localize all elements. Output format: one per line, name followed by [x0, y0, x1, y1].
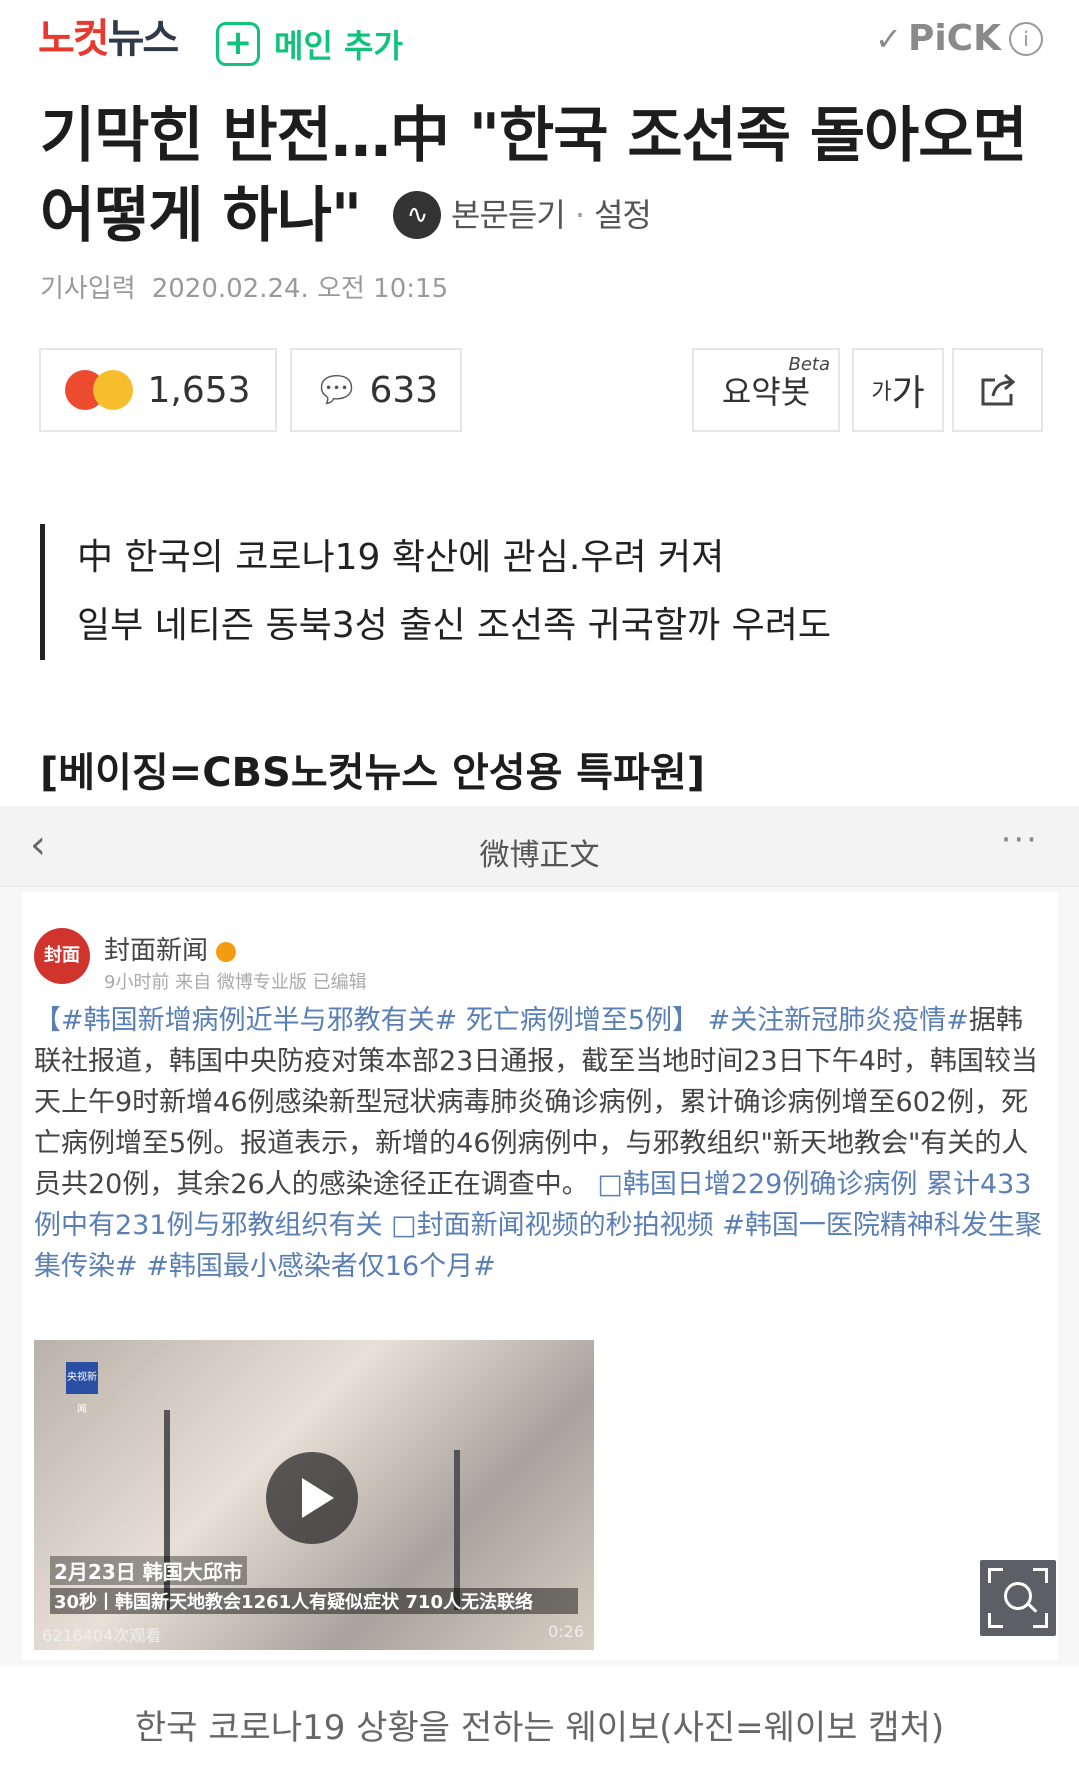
date-value: 2020.02.24. 오전 10:15	[151, 274, 449, 304]
font-size-button[interactable]: 가가	[852, 348, 944, 432]
share-button[interactable]	[952, 348, 1043, 432]
reporter-byline: [베이징=CBS노컷뉴스 안성용 특파원]	[40, 750, 705, 796]
verified-badge-icon	[216, 941, 237, 962]
listen-settings-button[interactable]: 설정	[594, 175, 652, 255]
hashtag: 【#韩国新增病例近半与邪教有关# 死亡病例增至5例】	[34, 1005, 700, 1036]
logo-text-red: 노컷	[38, 16, 110, 62]
share-icon	[981, 373, 1015, 406]
weibo-screenshot-image: ‹ 微博正文 ··· 封面 封面新闻 9小时前 来自 微博专业版 已编辑 【#韩…	[0, 806, 1079, 1666]
date-label: 기사입력	[40, 274, 136, 304]
happy-emoji-icon	[93, 370, 134, 410]
nocut-news-logo[interactable]: 노컷 뉴스	[38, 14, 179, 64]
play-icon	[266, 1452, 358, 1544]
separator-dot: ·	[574, 196, 585, 235]
speech-bubble-icon: 💬︎	[313, 370, 360, 411]
cctv-logo: 央视新闻	[66, 1362, 98, 1415]
video-thumbnail: 央视新闻 2月23日 韩国大邱市 30秒丨韩国新天地教会1261人有疑似症状 7…	[34, 1340, 594, 1650]
listen-button[interactable]: 본문듣기	[451, 175, 566, 255]
logo-text-dark: 뉴스	[107, 16, 180, 62]
comment-count: 633	[369, 369, 439, 411]
post-meta: 9小时前 来自 微博专业版 已编辑	[104, 972, 367, 993]
font-size-small-glyph: 가	[871, 380, 892, 405]
video-duration: 0:26	[548, 1622, 584, 1641]
check-icon: ✓	[875, 19, 902, 58]
photo-caption: 한국 코로나19 상황을 전하는 웨이보(사진=웨이보 캡처)	[134, 1708, 945, 1748]
article-summary: 中 한국의 코로나19 확산에 관심.우려 커져 일부 네티즌 동북3성 출신 …	[40, 524, 831, 660]
more-icon: ···	[1000, 820, 1039, 860]
post-text: 【#韩国新增病例近半与邪教有关# 死亡病例增至5例】 #关注新冠肺炎疫情#据韩联…	[34, 1000, 1044, 1287]
video-caption: 2月23日 韩国大邱市	[50, 1556, 247, 1585]
main-add-button[interactable]: + 메인 추가	[216, 21, 403, 67]
pick-label: PiCK	[907, 18, 1001, 59]
summary-bot-button[interactable]: 요약봇 Beta	[692, 348, 840, 432]
summary-line: 中 한국의 코로나19 확산에 관심.우려 커져	[77, 537, 725, 578]
audio-wave-icon[interactable]: ∿	[393, 191, 442, 240]
pick-badge[interactable]: ✓ PiCK i	[875, 18, 1043, 59]
hashtag: #关注新冠肺炎疫情#	[707, 1005, 969, 1036]
beta-badge: Beta	[788, 354, 830, 375]
article-date: 기사입력 2020.02.24. 오전 10:15	[40, 268, 448, 305]
comment-button[interactable]: 💬︎ 633	[290, 348, 462, 432]
listen-controls: ∿ 본문듣기 · 설정	[393, 175, 652, 255]
weibo-top-bar: ‹ 微博正文 ···	[0, 806, 1079, 887]
article-title: 기막힌 반전…中 "한국 조선족 돌아오면 어떻게 하나" ∿ 본문듣기 · 설…	[40, 96, 1050, 259]
avatar: 封面	[34, 928, 90, 984]
plus-icon: +	[216, 22, 260, 66]
main-add-label: 메인 추가	[274, 27, 403, 65]
account-name: 封面新闻	[104, 930, 237, 967]
top-bar: 노컷 뉴스 + 메인 추가 ✓ PiCK i	[0, 0, 1079, 88]
reaction-button[interactable]: 1,653	[39, 348, 277, 432]
video-subtitle: 30秒丨韩国新天地教会1261人有疑似症状 710人无法联络	[50, 1588, 578, 1614]
image-zoom-button[interactable]	[980, 1560, 1056, 1636]
font-size-large-glyph: 가	[891, 373, 925, 414]
summary-line: 일부 네티즌 동북3성 출신 조선족 귀국할까 우려도	[77, 605, 831, 646]
weibo-page-title: 微博正文	[479, 838, 600, 873]
video-views: 6216404次观看	[42, 1626, 162, 1645]
weibo-post: 封面 封面新闻 9小时前 来自 微博专业版 已编辑 【#韩国新增病例近半与邪教有…	[22, 892, 1058, 1660]
account-name-text: 封面新闻	[104, 936, 209, 966]
reaction-count: 1,653	[147, 369, 251, 411]
info-icon[interactable]: i	[1009, 21, 1043, 56]
